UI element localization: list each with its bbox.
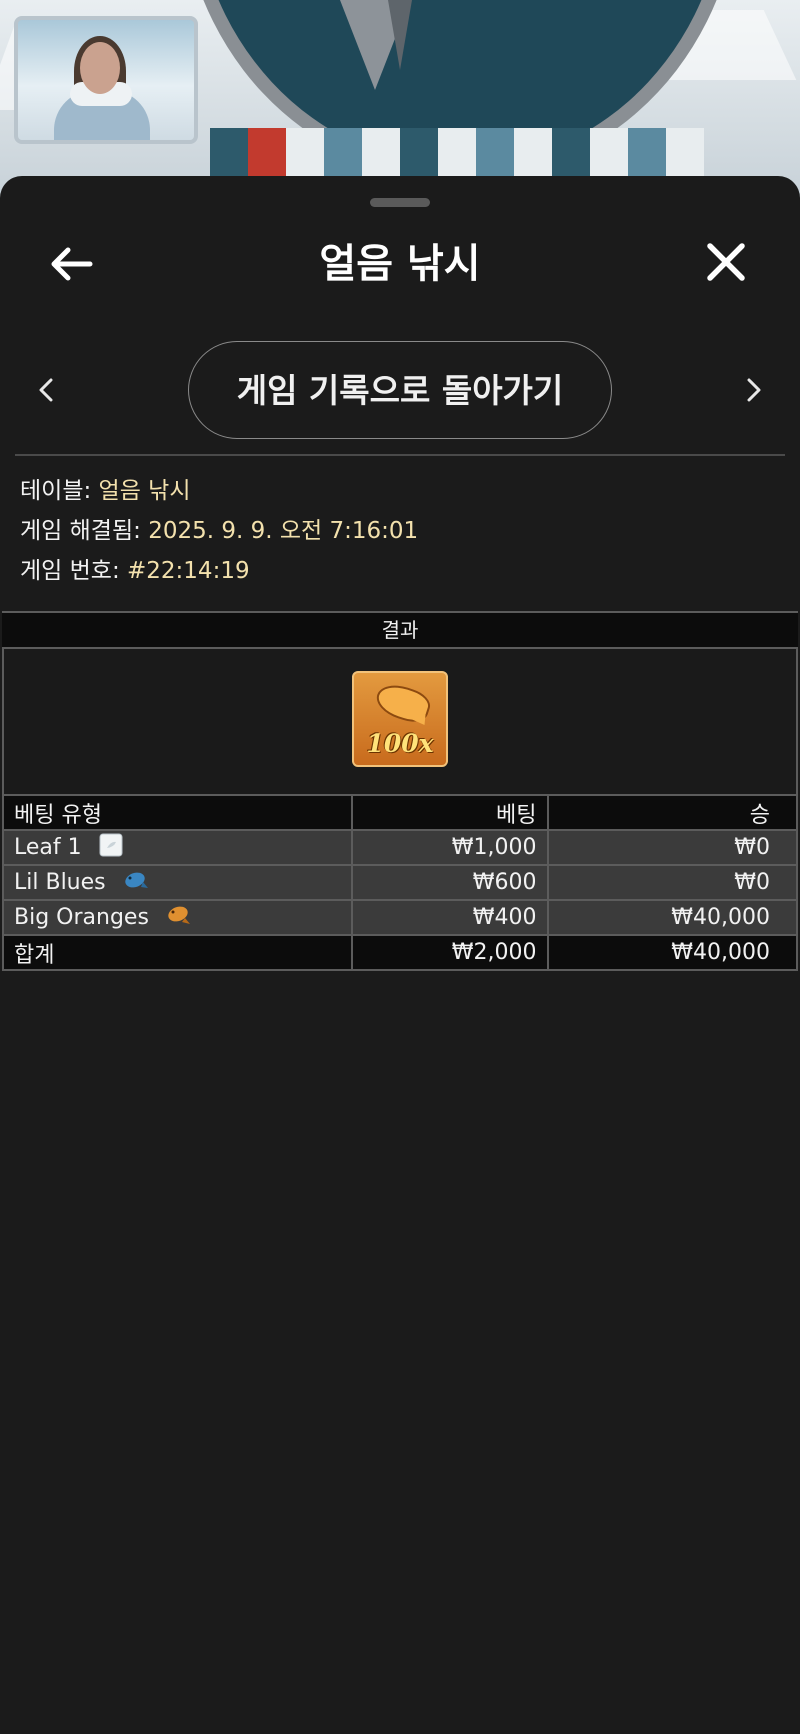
close-button[interactable] bbox=[698, 234, 754, 290]
win-amount-cell: ₩40,000 bbox=[546, 899, 798, 936]
column-header-bet: 베팅 bbox=[350, 794, 549, 831]
bet-type-cell: Big Oranges bbox=[2, 899, 353, 936]
previous-game-button[interactable] bbox=[28, 368, 64, 412]
result-multiplier: 100x bbox=[366, 729, 434, 758]
sheet-drag-handle[interactable] bbox=[370, 198, 430, 207]
page-title: 얼음 낚시 bbox=[319, 241, 481, 287]
result-header: 결과 bbox=[2, 611, 798, 649]
table-row: Leaf 1 ₩1,000 ₩0 bbox=[2, 829, 798, 866]
chevron-left-icon bbox=[39, 378, 53, 402]
close-icon bbox=[707, 243, 745, 281]
leaf-tile-icon bbox=[99, 833, 123, 863]
chevron-right-icon bbox=[747, 378, 761, 402]
table-row: Lil Blues ₩600 ₩0 bbox=[2, 864, 798, 901]
win-amount-cell: ₩0 bbox=[546, 864, 798, 901]
table-header-row: 베팅 유형 베팅 승 bbox=[2, 794, 798, 831]
table-label: 테이블: bbox=[20, 478, 92, 504]
table-total-row: 합계 ₩2,000 ₩40,000 bbox=[2, 934, 798, 971]
table-value: 얼음 낚시 bbox=[98, 478, 191, 504]
resolved-value: 2025. 9. 9. 오전 7:16:01 bbox=[148, 518, 419, 544]
bet-type-label: Big Oranges bbox=[14, 904, 149, 930]
bets-table: 베팅 유형 베팅 승 Leaf 1 ₩1,000 ₩0 Lil Blues ₩6… bbox=[2, 794, 798, 971]
game-history-sheet: 얼음 낚시 게임 기록으로 돌아가기 테이블: 얼음 낚시 게임 해결됨: 20… bbox=[0, 176, 800, 1734]
next-game-button[interactable] bbox=[736, 368, 772, 412]
total-win: ₩40,000 bbox=[546, 934, 798, 971]
bet-amount-cell: ₩400 bbox=[350, 899, 549, 936]
resolved-label: 게임 해결됨: bbox=[20, 518, 141, 544]
bet-type-label: Lil Blues bbox=[14, 869, 106, 895]
live-video-thumbnail[interactable] bbox=[14, 16, 198, 144]
bet-type-cell: Lil Blues bbox=[2, 864, 353, 901]
host-face bbox=[80, 42, 120, 94]
bet-type-label: Leaf 1 bbox=[14, 834, 82, 860]
total-bet: ₩2,000 bbox=[350, 934, 549, 971]
win-amount-cell: ₩0 bbox=[546, 829, 798, 866]
column-header-bet-type: 베팅 유형 bbox=[2, 794, 353, 831]
back-to-history-button[interactable]: 게임 기록으로 돌아가기 bbox=[188, 341, 612, 439]
table-info: 테이블: 얼음 낚시 bbox=[20, 476, 191, 506]
result-panel: 100x bbox=[2, 649, 798, 796]
wheel-pointer-inner bbox=[388, 0, 412, 70]
bet-type-cell: Leaf 1 bbox=[2, 829, 353, 866]
blue-fish-icon bbox=[123, 868, 149, 898]
resolved-info: 게임 해결됨: 2025. 9. 9. 오전 7:16:01 bbox=[20, 516, 418, 546]
orange-fish-icon: 100x bbox=[352, 671, 448, 767]
bet-amount-cell: ₩1,000 bbox=[350, 829, 549, 866]
total-label: 합계 bbox=[2, 934, 353, 971]
game-number-value: #22:14:19 bbox=[127, 558, 250, 584]
game-number-label: 게임 번호: bbox=[20, 558, 120, 584]
bet-amount-cell: ₩600 bbox=[350, 864, 549, 901]
table-row: Big Oranges ₩400 ₩40,000 bbox=[2, 899, 798, 936]
column-header-win: 승 bbox=[546, 794, 798, 831]
divider bbox=[15, 454, 785, 456]
game-number-info: 게임 번호: #22:14:19 bbox=[20, 556, 250, 586]
orange-fish-icon bbox=[166, 903, 192, 933]
